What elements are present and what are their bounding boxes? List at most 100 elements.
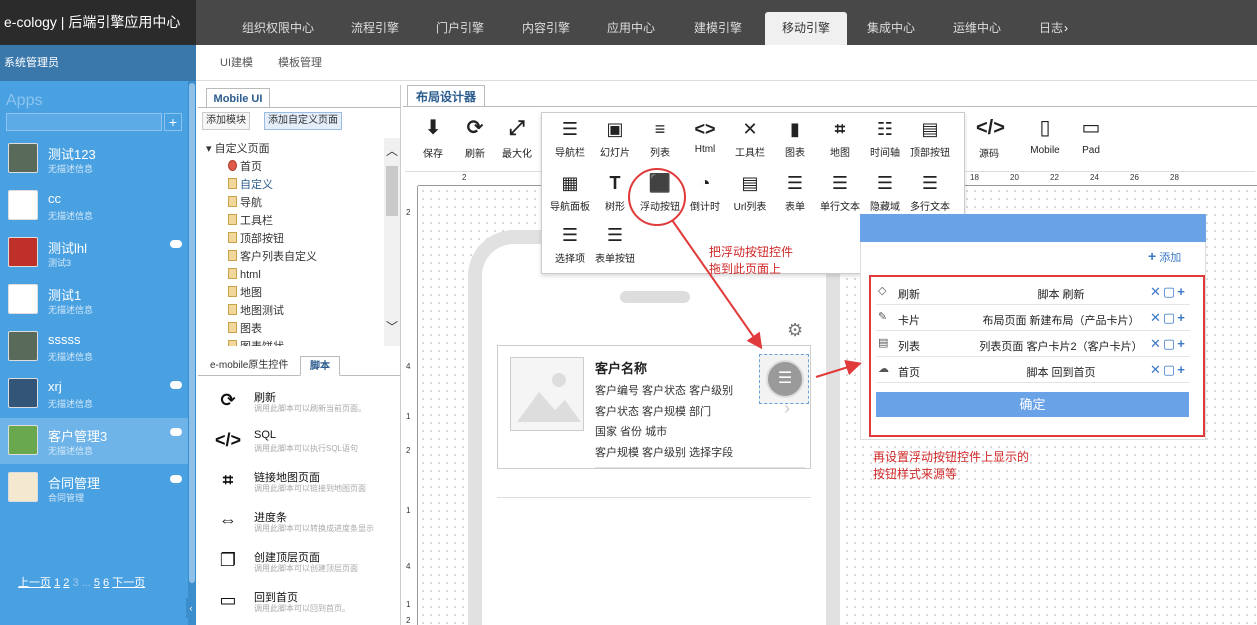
- cloud-icon[interactable]: [170, 475, 182, 483]
- pager-page-3[interactable]: 3: [72, 577, 78, 589]
- pager-page-1[interactable]: 1: [54, 577, 60, 589]
- control-item[interactable]: ≡ 列表: [636, 113, 684, 163]
- cloud-icon[interactable]: [170, 381, 182, 389]
- tree-root[interactable]: ▾ 自定义页面: [206, 140, 270, 158]
- app-item[interactable]: xrj 无描述信息: [0, 371, 188, 417]
- app-item[interactable]: 合同管理 合同管理: [0, 465, 188, 511]
- app-item[interactable]: sssss 无描述信息: [0, 324, 188, 370]
- main-tab[interactable]: 流程引擎: [334, 12, 416, 45]
- copy-icon[interactable]: ▢: [1163, 336, 1175, 351]
- config-row[interactable]: ◇ 刷新 脚本 刷新 ✕ ▢ +: [876, 279, 1190, 305]
- tree-node[interactable]: 图表饼状: [228, 338, 284, 346]
- control-item[interactable]: ☷ 时间轴: [861, 113, 909, 163]
- pager-next[interactable]: 下一页: [112, 577, 145, 589]
- tree-node[interactable]: 图表: [228, 320, 262, 338]
- copy-icon[interactable]: ▢: [1163, 310, 1175, 325]
- toolbar-button[interactable]: ▭ Pad: [1065, 110, 1117, 168]
- tree-node[interactable]: 自定义: [228, 176, 273, 194]
- app-item[interactable]: cc 无描述信息: [0, 183, 188, 229]
- control-item[interactable]: ☰ 表单按钮: [591, 219, 639, 269]
- config-row[interactable]: ▤ 列表 列表页面 客户卡片2（客户卡片） ✕ ▢ +: [876, 331, 1190, 357]
- tree-node[interactable]: 工具栏: [228, 212, 273, 230]
- app-item[interactable]: 测试lhl 测试3: [0, 230, 188, 276]
- floating-menu-button[interactable]: ☰: [766, 360, 804, 398]
- main-tab[interactable]: 内容引擎: [505, 12, 587, 45]
- confirm-button[interactable]: 确定: [876, 392, 1189, 417]
- tree-scroll-thumb[interactable]: [386, 166, 398, 216]
- cloud-icon[interactable]: [170, 428, 182, 436]
- main-tab[interactable]: 移动引擎: [765, 12, 847, 45]
- config-row[interactable]: ☁ 首页 脚本 回到首页 ✕ ▢ +: [876, 357, 1190, 383]
- control-item[interactable]: ☰ 单行文本: [816, 167, 864, 217]
- tree-node[interactable]: html: [228, 266, 261, 284]
- tab-native-controls[interactable]: e-mobile原生控件: [210, 356, 288, 376]
- app-item[interactable]: 测试1 无描述信息: [0, 277, 188, 323]
- script-item[interactable]: ⇔ 进度条 调用此脚本可以转换成进度条显示: [210, 506, 395, 544]
- script-item[interactable]: ⌗ 链接地图页面 调用此脚本可以链接到地图页面: [210, 466, 395, 504]
- control-item[interactable]: ☰ 多行文本: [906, 167, 954, 217]
- close-icon[interactable]: ✕: [1150, 310, 1161, 325]
- subtab-ui-modeling[interactable]: UI建模: [220, 45, 253, 81]
- control-item[interactable]: <> Html: [681, 113, 729, 163]
- tree-node[interactable]: 客户列表自定义: [228, 248, 317, 266]
- toolbar-button[interactable]: ⤢ 最大化: [491, 110, 543, 168]
- tree-node[interactable]: 地图: [228, 284, 262, 302]
- tree-node[interactable]: 顶部按钮: [228, 230, 284, 248]
- tree-node[interactable]: 地图测试: [228, 302, 284, 320]
- script-item[interactable]: ❐ 创建顶层页面 调用此脚本可以创建顶层页面: [210, 546, 395, 584]
- main-tab[interactable]: 集成中心: [850, 12, 932, 45]
- control-item[interactable]: ☰ 选择项: [546, 219, 594, 269]
- copy-icon[interactable]: ▢: [1163, 362, 1175, 377]
- chevron-right-icon[interactable]: ›: [1058, 12, 1074, 45]
- control-item[interactable]: ⌗ 地图: [816, 113, 864, 163]
- control-item[interactable]: ▤ Url列表: [726, 167, 774, 217]
- tab-mobile-ui[interactable]: Mobile UI: [206, 88, 270, 108]
- plus-icon[interactable]: +: [1177, 310, 1185, 325]
- control-item[interactable]: ✕ 工具栏: [726, 113, 774, 163]
- main-tab[interactable]: 门户引擎: [419, 12, 501, 45]
- chevron-up-icon[interactable]: ︿: [386, 142, 398, 159]
- script-item[interactable]: ▭ 回到首页 调用此脚本可以回到首页。: [210, 586, 395, 624]
- script-item[interactable]: </> SQL 调用此脚本可以执行SQL语句: [210, 426, 395, 464]
- toolbar-button[interactable]: </> 源码: [963, 110, 1015, 168]
- pager-page-2[interactable]: 2: [63, 577, 69, 589]
- app-item[interactable]: 测试123 无描述信息: [0, 136, 188, 182]
- pager-prev[interactable]: 上一页: [18, 577, 51, 589]
- gear-icon[interactable]: ⚙: [787, 320, 803, 341]
- control-item[interactable]: ◔ 倒计时: [681, 167, 729, 217]
- apps-search-input[interactable]: [6, 113, 162, 131]
- close-icon[interactable]: ✕: [1150, 362, 1161, 377]
- subtab-template-manage[interactable]: 模板管理: [278, 45, 322, 81]
- collapse-sidebar-icon[interactable]: ‹: [186, 598, 196, 618]
- add-module-button[interactable]: 添加模块: [202, 112, 250, 130]
- tab-layout-designer[interactable]: 布局设计器: [407, 85, 485, 107]
- add-custom-page-button[interactable]: 添加自定义页面: [264, 112, 342, 130]
- main-tab[interactable]: 建模引擎: [677, 12, 759, 45]
- chevron-down-icon[interactable]: ﹀: [386, 318, 398, 335]
- main-tab[interactable]: 应用中心: [590, 12, 672, 45]
- main-tab[interactable]: 运维中心: [936, 12, 1018, 45]
- sidebar-scroll-thumb[interactable]: [189, 83, 195, 583]
- control-item[interactable]: ▣ 幻灯片: [591, 113, 639, 163]
- main-tab[interactable]: 组织权限中心: [230, 12, 326, 45]
- control-item[interactable]: ▤ 顶部按钮: [906, 113, 954, 163]
- close-icon[interactable]: ✕: [1150, 336, 1161, 351]
- control-item[interactable]: ☰ 隐藏域: [861, 167, 909, 217]
- toolbar-button[interactable]: ▯ Mobile: [1019, 110, 1071, 168]
- control-item[interactable]: ☰ 表单: [771, 167, 819, 217]
- plus-icon[interactable]: +: [1177, 362, 1185, 377]
- copy-icon[interactable]: ▢: [1163, 284, 1175, 299]
- config-row[interactable]: ✎ 卡片 布局页面 新建布局（产品卡片） ✕ ▢ +: [876, 305, 1190, 331]
- plus-icon[interactable]: +: [1177, 336, 1185, 351]
- control-item[interactable]: ▦ 导航面板: [546, 167, 594, 217]
- pager-page-5[interactable]: 5: [94, 577, 100, 589]
- close-icon[interactable]: ✕: [1150, 284, 1161, 299]
- pager-page-6[interactable]: 6: [103, 577, 109, 589]
- app-item[interactable]: 客户管理3 无描述信息: [0, 418, 188, 464]
- apps-add-button[interactable]: +: [164, 113, 182, 131]
- tree-node[interactable]: 首页: [228, 158, 262, 176]
- config-add-button[interactable]: + 添加: [1148, 248, 1181, 265]
- plus-icon[interactable]: +: [1177, 284, 1185, 299]
- script-item[interactable]: ⟳ 刷新 调用此脚本可以刷新当前页面。: [210, 386, 395, 424]
- control-item[interactable]: ☰ 导航栏: [546, 113, 594, 163]
